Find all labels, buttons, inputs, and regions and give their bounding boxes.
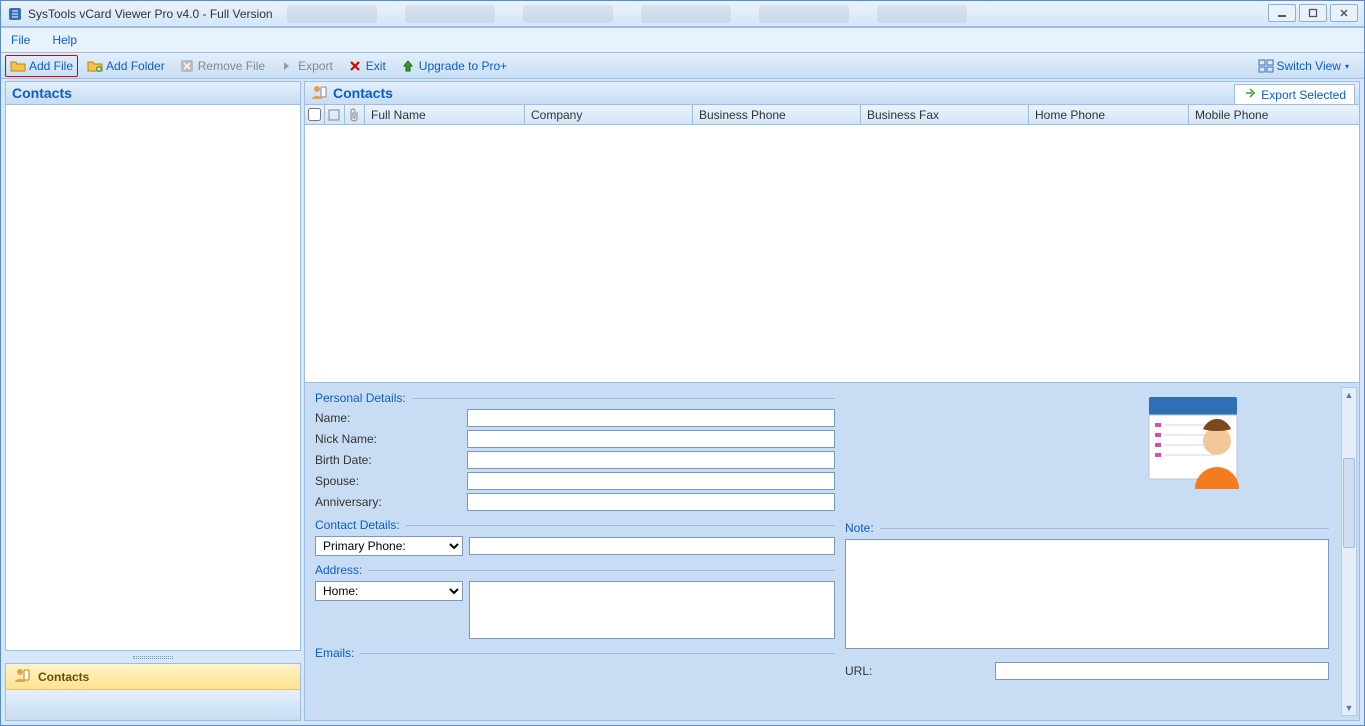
emails-group: Emails: xyxy=(315,646,835,664)
col-business-fax[interactable]: Business Fax xyxy=(861,105,1029,124)
contact-details-legend: Contact Details: xyxy=(315,518,406,532)
contacts-icon xyxy=(14,667,30,686)
add-folder-button[interactable]: Add Folder xyxy=(82,55,170,77)
bg-tab xyxy=(287,5,377,23)
remove-file-button[interactable]: Remove File xyxy=(174,55,270,77)
url-label: URL: xyxy=(845,664,995,678)
contacts-header-icon xyxy=(311,84,327,103)
url-field[interactable] xyxy=(995,662,1329,680)
contacts-tree-panel: Contacts xyxy=(5,81,301,651)
exit-button[interactable]: Exit xyxy=(342,55,391,77)
anniversary-field[interactable] xyxy=(467,493,835,511)
folder-add-icon xyxy=(87,58,103,74)
note-field[interactable] xyxy=(845,539,1329,649)
contacts-category-label: Contacts xyxy=(38,670,89,684)
nick-name-label: Nick Name: xyxy=(315,432,467,446)
left-column: Contacts Contacts xyxy=(5,81,301,721)
splitter-grip[interactable] xyxy=(5,654,301,660)
export-selected-icon xyxy=(1243,86,1257,103)
chevron-down-icon: ▾ xyxy=(1345,62,1349,71)
col-company[interactable]: Company xyxy=(525,105,693,124)
col-attachment[interactable] xyxy=(345,105,365,124)
menu-help[interactable]: Help xyxy=(52,33,77,47)
upgrade-icon xyxy=(400,58,416,74)
primary-phone-select[interactable]: Primary Phone: xyxy=(315,536,463,556)
contact-placeholder-image xyxy=(1145,393,1241,489)
address-type-select[interactable]: Home: xyxy=(315,581,463,601)
col-home-phone[interactable]: Home Phone xyxy=(1029,105,1189,124)
address-field[interactable] xyxy=(469,581,835,639)
switch-view-button[interactable]: Switch View ▾ xyxy=(1253,55,1355,77)
close-button[interactable] xyxy=(1330,4,1358,22)
bg-tab xyxy=(523,5,613,23)
title-bar: SysTools vCard Viewer Pro v4.0 - Full Ve… xyxy=(1,1,1364,27)
toolbar: Add File Add Folder Remove File Export E… xyxy=(1,53,1364,79)
personal-details-group: Personal Details: Name: Nick Name: Birth… xyxy=(315,391,835,514)
folder-open-icon xyxy=(10,58,26,74)
upgrade-button[interactable]: Upgrade to Pro+ xyxy=(395,55,512,77)
app-icon xyxy=(7,6,23,22)
emails-legend: Emails: xyxy=(315,646,360,660)
nick-name-field[interactable] xyxy=(467,430,835,448)
left-footer: Contacts xyxy=(5,663,301,721)
grid-title: Contacts xyxy=(333,85,393,101)
name-field[interactable] xyxy=(467,409,835,427)
switch-view-icon xyxy=(1258,58,1274,74)
workspace: Contacts Contacts Contacts xyxy=(1,79,1364,725)
menu-bar: File Help xyxy=(1,27,1364,53)
scroll-down-icon[interactable]: ▼ xyxy=(1342,701,1356,715)
personal-details-legend: Personal Details: xyxy=(315,391,412,405)
contacts-grid-header: Contacts Export Selected xyxy=(304,81,1360,105)
export-selected-button[interactable]: Export Selected xyxy=(1234,84,1355,105)
exit-icon xyxy=(347,58,363,74)
col-checkbox[interactable] xyxy=(305,105,325,124)
details-left: Personal Details: Name: Nick Name: Birth… xyxy=(315,391,835,680)
note-legend: Note: xyxy=(845,521,880,535)
col-icon[interactable] xyxy=(325,105,345,124)
grid-column-headers: Full Name Company Business Phone Busines… xyxy=(304,105,1360,125)
bg-tab xyxy=(641,5,731,23)
window-title: SysTools vCard Viewer Pro v4.0 - Full Ve… xyxy=(28,7,273,21)
name-label: Name: xyxy=(315,411,467,425)
birth-date-label: Birth Date: xyxy=(315,453,467,467)
contact-details-group: Contact Details: Primary Phone: xyxy=(315,518,835,559)
address-legend: Address: xyxy=(315,563,368,577)
note-group: Note: xyxy=(845,521,1329,652)
col-full-name[interactable]: Full Name xyxy=(365,105,525,124)
col-mobile-phone[interactable]: Mobile Phone xyxy=(1189,105,1359,124)
export-icon xyxy=(279,58,295,74)
remove-icon xyxy=(179,58,195,74)
contacts-category-button[interactable]: Contacts xyxy=(6,664,300,690)
col-business-phone[interactable]: Business Phone xyxy=(693,105,861,124)
add-file-button[interactable]: Add File xyxy=(5,55,78,77)
address-group: Address: Home: xyxy=(315,563,835,642)
spouse-label: Spouse: xyxy=(315,474,467,488)
minimize-button[interactable] xyxy=(1268,4,1296,22)
spouse-field[interactable] xyxy=(467,472,835,490)
paperclip-icon xyxy=(348,108,360,122)
bg-tab xyxy=(405,5,495,23)
export-button[interactable]: Export xyxy=(274,55,338,77)
details-right: Note: URL: xyxy=(845,391,1329,680)
anniversary-label: Anniversary: xyxy=(315,495,467,509)
left-footer-spacer xyxy=(6,690,300,720)
scroll-thumb[interactable] xyxy=(1343,458,1355,548)
birth-date-field[interactable] xyxy=(467,451,835,469)
details-scrollbar[interactable]: ▲ ▼ xyxy=(1341,387,1357,716)
details-pane: ▲ ▼ xyxy=(304,383,1360,721)
primary-phone-field[interactable] xyxy=(469,537,835,555)
maximize-button[interactable] xyxy=(1299,4,1327,22)
bg-tab xyxy=(877,5,967,23)
menu-file[interactable]: File xyxy=(11,33,30,47)
select-all-checkbox[interactable] xyxy=(308,108,321,121)
scroll-up-icon[interactable]: ▲ xyxy=(1342,388,1356,402)
grid-body[interactable] xyxy=(304,125,1360,383)
bg-tab xyxy=(759,5,849,23)
contacts-tree-header: Contacts xyxy=(6,82,300,105)
contacts-tree[interactable] xyxy=(6,105,300,650)
right-column: Contacts Export Selected Full Name Compa… xyxy=(304,81,1360,721)
